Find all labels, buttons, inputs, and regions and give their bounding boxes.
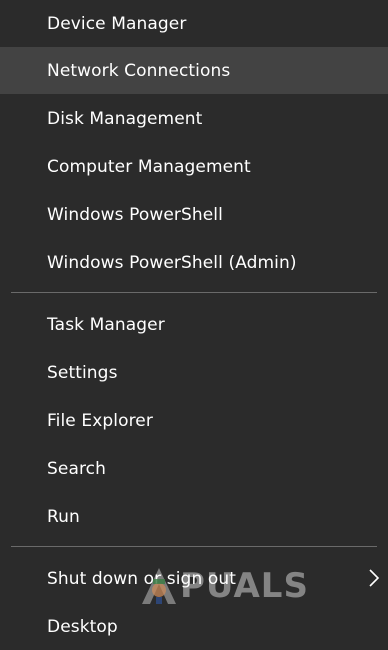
menu-item-desktop[interactable]: Desktop: [0, 603, 388, 650]
menu-item-label: Desktop: [47, 616, 118, 637]
menu-item-label: Run: [47, 506, 80, 527]
menu-item-windows-powershell[interactable]: Windows PowerShell: [0, 191, 388, 238]
menu-item-label: Windows PowerShell: [47, 204, 223, 225]
menu-item-label: Search: [47, 458, 107, 479]
menu-item-file-explorer[interactable]: File Explorer: [0, 397, 388, 444]
menu-item-device-manager[interactable]: Device Manager: [0, 0, 388, 47]
menu-item-task-manager[interactable]: Task Manager: [0, 301, 388, 348]
menu-item-label: Windows PowerShell (Admin): [47, 252, 297, 273]
menu-item-settings[interactable]: Settings: [0, 349, 388, 396]
menu-separator: [11, 546, 377, 547]
menu-item-label: File Explorer: [47, 410, 153, 431]
menu-item-label: Task Manager: [47, 314, 165, 335]
menu-item-label: Shut down or sign out: [47, 568, 236, 589]
menu-item-network-connections[interactable]: Network Connections: [0, 47, 388, 94]
menu-item-windows-powershell-admin[interactable]: Windows PowerShell (Admin): [0, 239, 388, 286]
menu-separator: [11, 292, 377, 293]
context-menu: Device Manager Network Connections Disk …: [0, 0, 388, 650]
menu-item-label: Computer Management: [47, 156, 251, 177]
chevron-right-icon: [369, 569, 380, 587]
menu-item-shut-down-or-sign-out[interactable]: Shut down or sign out: [0, 555, 388, 602]
menu-item-label: Settings: [47, 362, 118, 383]
menu-item-search[interactable]: Search: [0, 445, 388, 492]
menu-item-run[interactable]: Run: [0, 493, 388, 540]
menu-item-disk-management[interactable]: Disk Management: [0, 95, 388, 142]
menu-item-label: Disk Management: [47, 108, 203, 129]
menu-item-computer-management[interactable]: Computer Management: [0, 143, 388, 190]
menu-item-label: Device Manager: [47, 13, 187, 34]
menu-item-label: Network Connections: [47, 60, 231, 81]
